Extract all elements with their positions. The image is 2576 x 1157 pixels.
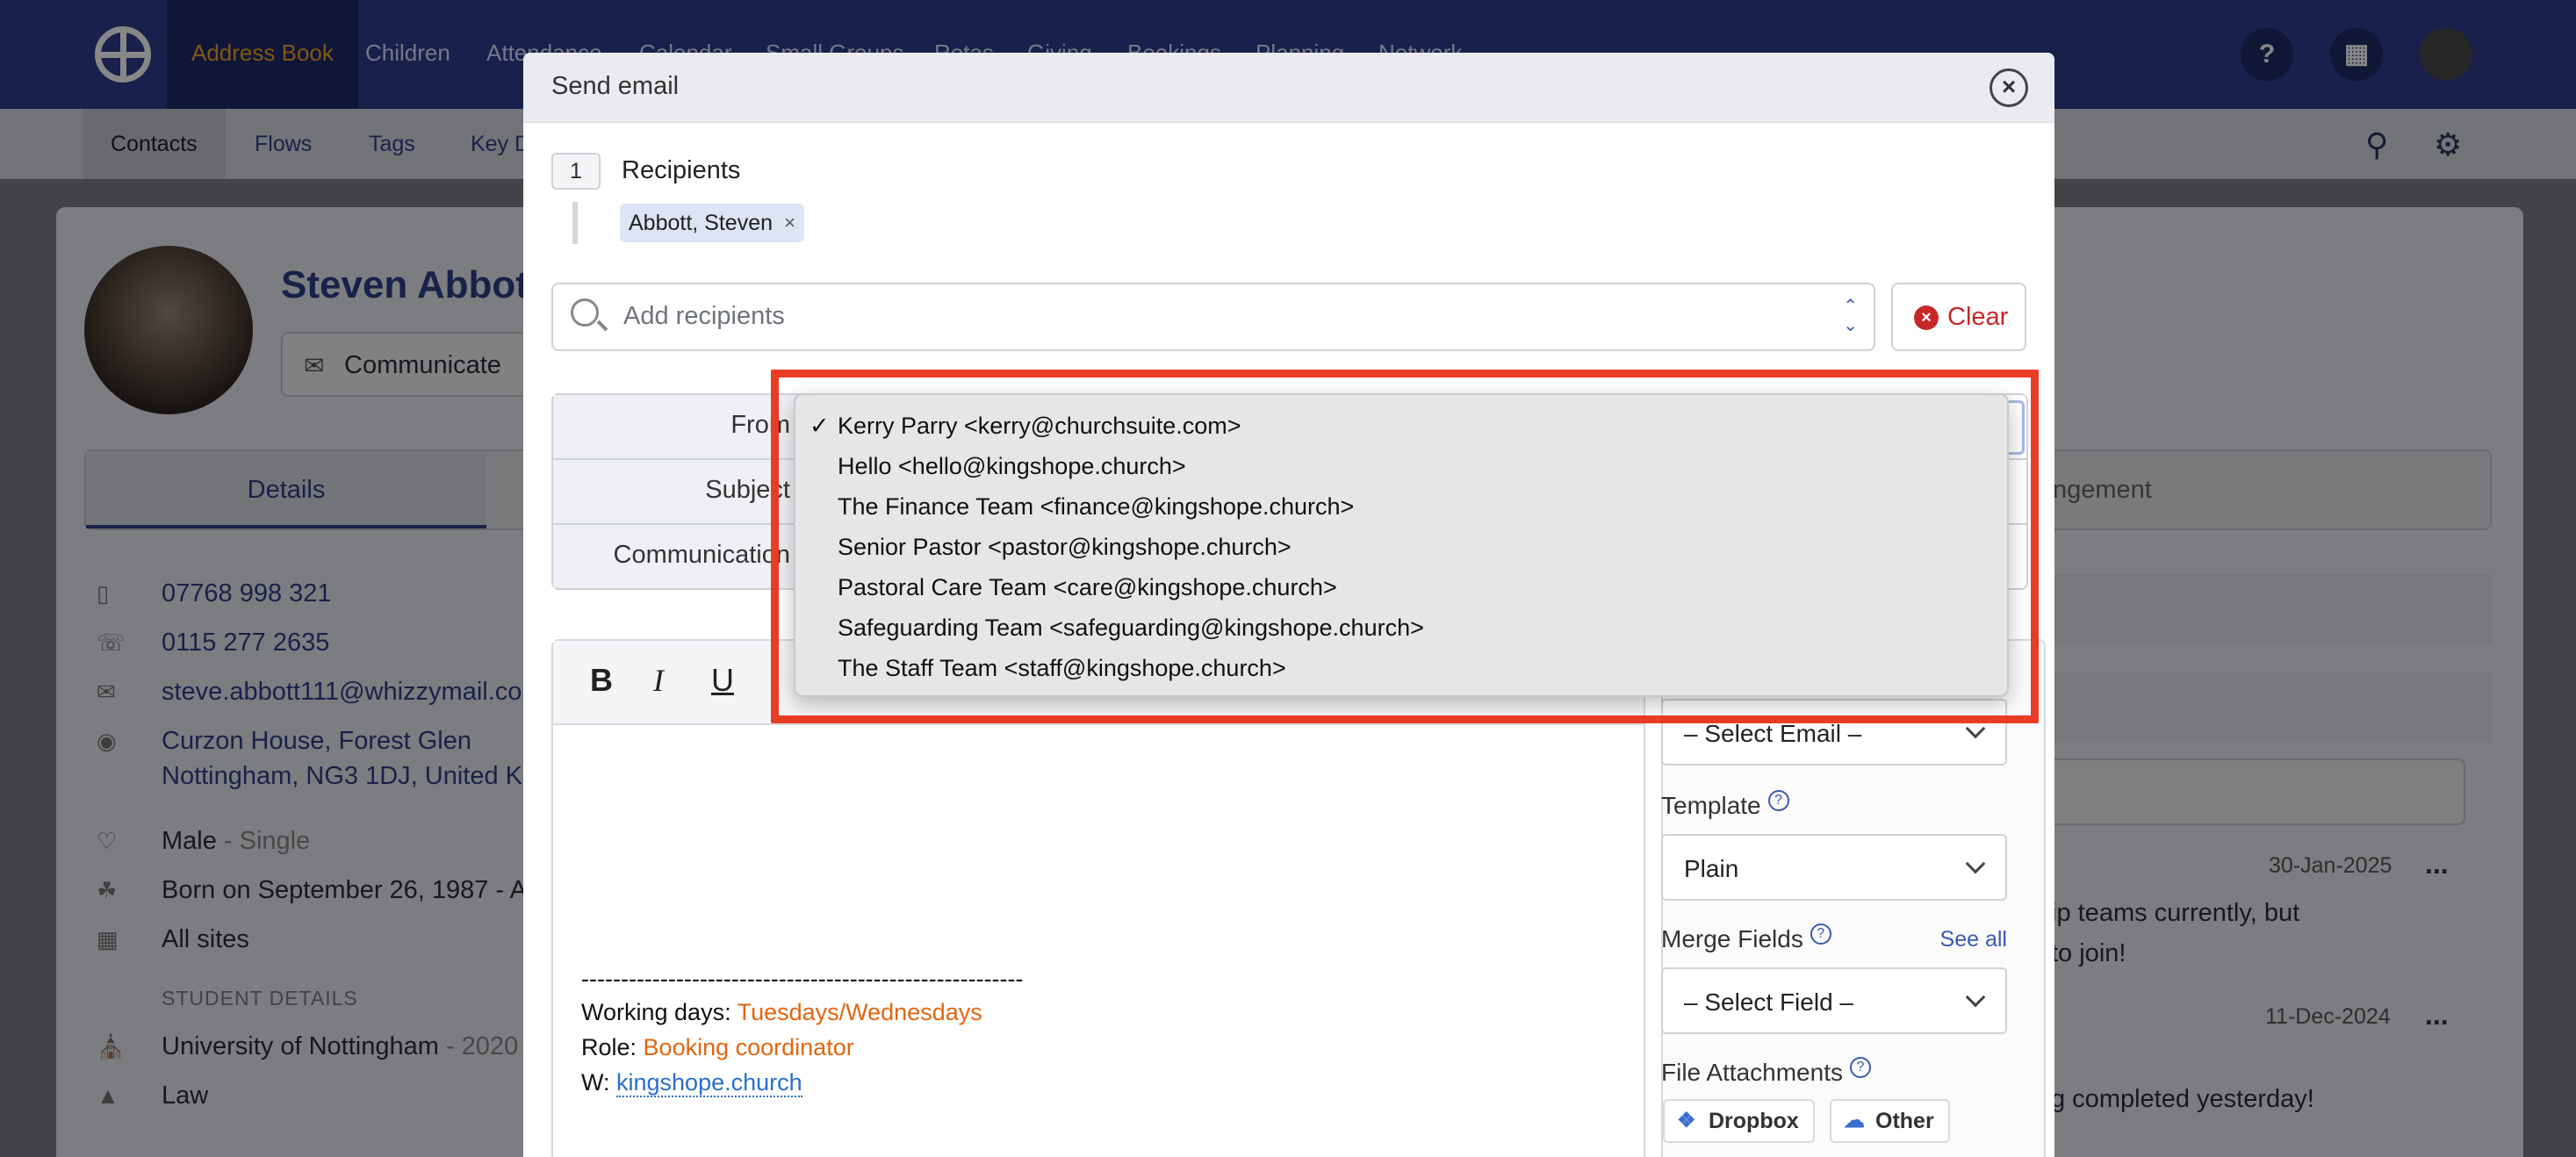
- chevron-down-icon: [1965, 987, 1986, 1008]
- merge-field-value: – Select Field –: [1684, 988, 1853, 1016]
- signature-website: W: kingshope.church: [581, 1069, 802, 1097]
- dropbox-button[interactable]: ❖ Dropbox: [1663, 1099, 1815, 1143]
- search-icon: [571, 298, 599, 327]
- file-attachments-label-text: File Attachments: [1661, 1059, 1843, 1086]
- help-circle-icon[interactable]: ?: [1810, 923, 1831, 945]
- close-icon[interactable]: ×: [1990, 68, 2028, 107]
- template-value: Plain: [1684, 855, 1739, 882]
- website-link[interactable]: kingshope.church: [616, 1069, 802, 1097]
- italic-button[interactable]: I: [653, 662, 664, 699]
- working-days-value: Tuesdays/Wednesdays: [737, 999, 982, 1025]
- template-label: Template?: [1661, 790, 1789, 820]
- modal-header: Send email ×: [523, 53, 2054, 123]
- clear-label: Clear: [1947, 303, 2009, 331]
- template-label-text: Template: [1661, 792, 1761, 819]
- recipients-label: Recipients: [622, 156, 741, 184]
- clear-circle-icon: ×: [1914, 305, 1939, 330]
- role-label: Role:: [581, 1034, 644, 1060]
- select-email-value: – Select Email –: [1684, 720, 1862, 747]
- template-select[interactable]: Plain: [1661, 834, 2007, 901]
- signature-working-days: Working days: Tuesdays/Wednesdays: [581, 999, 982, 1026]
- recipient-chip: Abbott, Steven ×: [620, 204, 805, 242]
- other-upload-button[interactable]: ☁ Other: [1830, 1099, 1950, 1143]
- signature-divider: ----------------------------------------…: [581, 966, 1024, 992]
- file-attachments-label: File Attachments?: [1661, 1057, 1871, 1087]
- signature-role: Role: Booking coordinator: [581, 1034, 854, 1061]
- merge-fields-label-text: Merge Fields: [1661, 925, 1803, 952]
- help-circle-icon[interactable]: ?: [1767, 790, 1789, 811]
- dropbox-label: Dropbox: [1709, 1109, 1799, 1133]
- recipient-chip-label: Abbott, Steven: [629, 211, 774, 235]
- select-arrows-icon[interactable]: ⌃ ⌄: [1843, 297, 1858, 335]
- other-label: Other: [1875, 1109, 1934, 1133]
- modal-title: Send email: [551, 72, 680, 100]
- working-days-label: Working days:: [581, 999, 738, 1025]
- chevron-down-icon: [1965, 853, 1986, 874]
- cloud-upload-icon: ☁: [1844, 1109, 1865, 1132]
- clear-button[interactable]: × Clear: [1891, 283, 2026, 351]
- communication-label: Communication: [613, 541, 790, 569]
- role-value: Booking coordinator: [643, 1034, 854, 1060]
- add-recipients-input[interactable]: Add recipients ⌃ ⌄: [551, 283, 1875, 351]
- merge-field-select[interactable]: – Select Field –: [1661, 967, 2007, 1034]
- website-label: W:: [581, 1069, 616, 1096]
- recipients-divider: [572, 202, 578, 244]
- merge-fields-label: Merge Fields?: [1661, 923, 1831, 953]
- recipient-count-badge: 1: [551, 153, 601, 190]
- underline-button[interactable]: U: [711, 662, 734, 699]
- add-recipients-placeholder: Add recipients: [623, 302, 785, 330]
- bold-button[interactable]: B: [590, 662, 613, 699]
- dropbox-icon: ❖: [1677, 1109, 1696, 1132]
- remove-recipient-icon[interactable]: ×: [784, 204, 795, 242]
- help-circle-icon[interactable]: ?: [1849, 1057, 1871, 1078]
- see-all-link[interactable]: See all: [1940, 927, 2007, 952]
- highlight-box: [771, 370, 2039, 723]
